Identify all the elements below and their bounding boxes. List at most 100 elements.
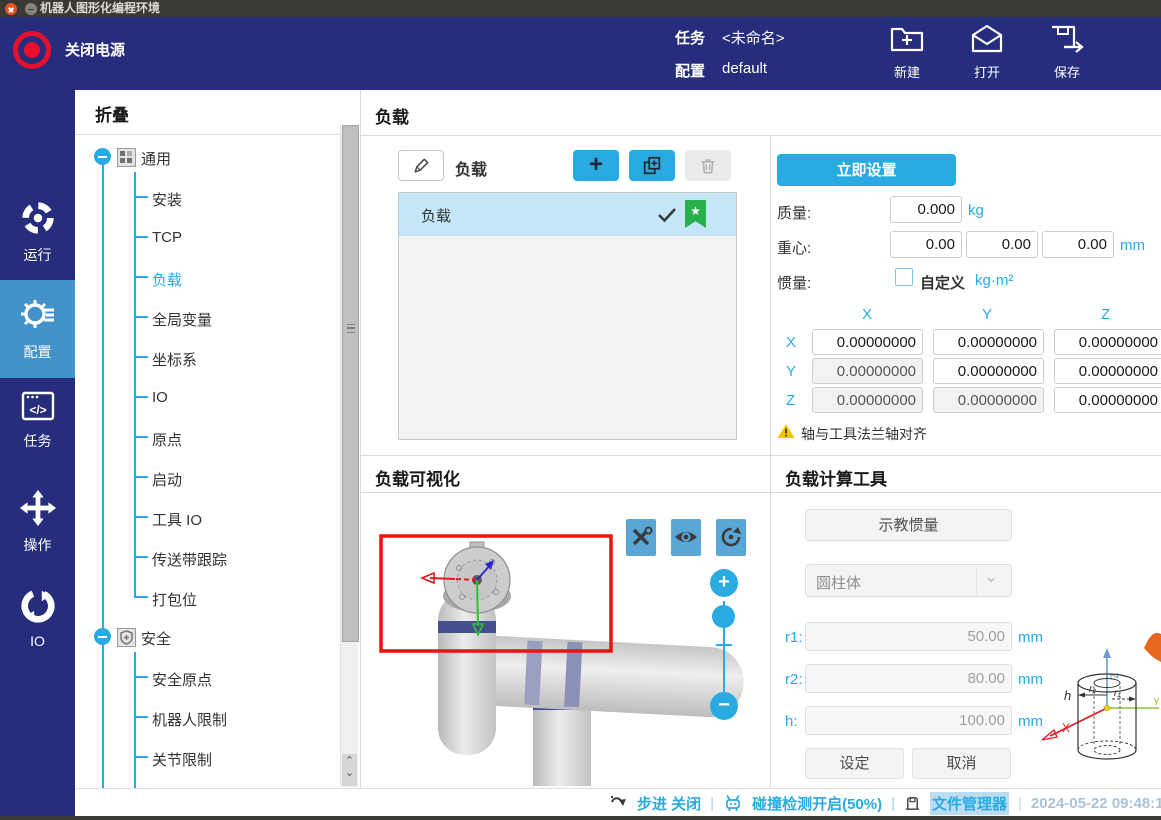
tree-collapse-toggle-general[interactable] <box>94 148 111 165</box>
tree-item-coord-sys[interactable]: 坐标系 <box>152 349 197 370</box>
file-manager-button[interactable]: 文件管理器 <box>930 792 1009 815</box>
mass-input[interactable] <box>890 196 962 223</box>
tree-item-tcp[interactable]: TCP <box>152 229 182 246</box>
set-now-button[interactable]: 立即设置 <box>777 154 956 186</box>
tree-guide-line <box>102 164 104 788</box>
tree-collapse-toggle-safety[interactable] <box>94 628 111 645</box>
payload-list-item[interactable]: 负载 ★ <box>399 193 736 236</box>
svg-text:h: h <box>1064 688 1071 703</box>
inertia-label: 惯量: <box>777 272 811 293</box>
matrix-col-x: X <box>862 306 872 323</box>
sidebar-item-run[interactable]: 运行 <box>0 195 75 265</box>
tree-item-conveyor[interactable]: 传送带跟踪 <box>152 549 227 570</box>
matrix-yy-input[interactable] <box>933 358 1044 384</box>
sidebar-item-operate[interactable]: 操作 <box>0 485 75 555</box>
inertia-custom-label: 自定义 <box>920 272 965 293</box>
centroid-unit: mm <box>1120 237 1145 254</box>
matrix-yx-input <box>812 358 923 384</box>
tree-item-io[interactable]: IO <box>152 389 168 406</box>
window-titlebar: 机器人图形化编程环境 <box>0 0 1161 17</box>
shape-select[interactable]: 圆柱体 ⌄ <box>805 564 1012 597</box>
collapse-button[interactable]: 折叠 <box>95 101 129 126</box>
tree-item-install[interactable]: 安装 <box>152 189 182 210</box>
tree-scrollbar[interactable]: ⌃ ⌄ <box>340 125 358 787</box>
matrix-zz-input[interactable] <box>1054 387 1161 413</box>
config-value: default <box>722 60 767 77</box>
tree-item-global-vars[interactable]: 全局变量 <box>152 309 212 330</box>
payload-item-label: 负载 <box>421 205 451 226</box>
save-button[interactable]: 保存 <box>1032 23 1102 81</box>
pencil-icon <box>411 156 431 176</box>
r1-input[interactable] <box>805 622 1012 651</box>
copy-payload-button[interactable] <box>629 150 675 181</box>
tools-icon <box>629 525 653 549</box>
r1-label: r1: <box>785 629 803 646</box>
centroid-z-input[interactable] <box>1042 231 1114 258</box>
window-title: 机器人图形化编程环境 <box>40 0 160 17</box>
matrix-yz-input[interactable] <box>1054 358 1161 384</box>
power-button-label[interactable]: 关闭电源 <box>65 39 125 60</box>
h-input[interactable] <box>805 706 1012 735</box>
sidebar-item-task[interactable]: </> 任务 <box>0 386 75 456</box>
window-minimize-icon[interactable] <box>25 3 37 15</box>
tree-item-startup[interactable]: 启动 <box>152 469 182 490</box>
config-tree-panel: 折叠 通用 安装 TCP 负载 全局变量 坐标系 IO 原点 启动 工具 IO … <box>75 90 361 788</box>
tree-group-safety[interactable]: 安全 <box>141 628 171 649</box>
svg-text:r₂: r₂ <box>1089 684 1096 695</box>
view-visibility-button[interactable] <box>671 519 701 556</box>
set-button[interactable]: 设定 <box>805 748 904 779</box>
tree-item-packing[interactable]: 打包位 <box>152 589 197 610</box>
inertia-custom-checkbox[interactable] <box>895 268 913 286</box>
centroid-x-input[interactable] <box>890 231 962 258</box>
window-close-icon[interactable] <box>5 3 17 15</box>
tree-item-tool-io[interactable]: 工具 IO <box>152 509 202 530</box>
svg-text:X: X <box>1062 721 1070 735</box>
matrix-xy-input[interactable] <box>933 329 1044 355</box>
cancel-button[interactable]: 取消 <box>912 748 1011 779</box>
step-mode-icon <box>610 795 628 811</box>
payload-name-label: 负载 <box>455 156 487 180</box>
tree-item-safe-home[interactable]: 安全原点 <box>152 669 212 690</box>
view-tools-button[interactable] <box>626 519 656 556</box>
bottom-edge-strip <box>0 816 1161 820</box>
tree-item-payload[interactable]: 负载 <box>152 269 182 290</box>
robot-wrist-vertical <box>438 593 496 755</box>
zoom-out-button[interactable]: − <box>710 692 738 720</box>
matrix-row-y: Y <box>786 363 796 380</box>
matrix-xz-input[interactable] <box>1054 329 1161 355</box>
teach-inertia-button[interactable]: 示教惯量 <box>805 509 1012 541</box>
add-payload-button[interactable]: + <box>573 150 619 181</box>
rename-payload-button[interactable] <box>398 150 444 181</box>
tree-item-joint-limits[interactable]: 关节限制 <box>152 749 212 770</box>
eye-icon <box>673 525 699 549</box>
sidebar-item-io[interactable]: IO <box>0 583 75 653</box>
scroll-down-icon[interactable]: ⌄ <box>342 766 357 782</box>
axis-warning-text: 轴与工具法兰轴对齐 <box>801 424 927 444</box>
centroid-label: 重心: <box>777 237 811 258</box>
view-rotate-button[interactable] <box>716 519 746 556</box>
collision-detect-icon <box>723 794 743 812</box>
tree-item-robot-limits[interactable]: 机器人限制 <box>152 709 227 730</box>
zoom-in-button[interactable]: + <box>710 569 738 597</box>
step-mode-toggle[interactable]: 步进 关闭 <box>637 793 701 814</box>
safety-group-icon <box>117 628 136 647</box>
status-bar: 步进 关闭 | 碰撞检测开启(50%) | 文件管理器 | 2024-05-22… <box>75 788 1161 817</box>
sidebar-item-config[interactable]: 配置 <box>0 280 75 378</box>
r2-input[interactable] <box>805 664 1012 693</box>
matrix-xx-input[interactable] <box>812 329 923 355</box>
zoom-slider-thumb[interactable] <box>712 605 735 628</box>
general-group-icon <box>117 148 136 167</box>
mass-unit: kg <box>968 202 984 219</box>
robot-3d-view[interactable] <box>370 498 770 786</box>
tree-scrollbar-thumb[interactable] <box>342 125 359 642</box>
delete-payload-button[interactable] <box>685 150 731 181</box>
tree-item-home[interactable]: 原点 <box>152 429 182 450</box>
new-button[interactable]: 新建 <box>872 23 942 81</box>
open-button[interactable]: 打开 <box>952 23 1022 81</box>
bookmark-star-icon[interactable]: ★ <box>685 200 706 228</box>
tree-group-general[interactable]: 通用 <box>141 148 171 169</box>
save-icon <box>1048 23 1086 55</box>
shape-selected-value: 圆柱体 <box>816 572 861 593</box>
centroid-y-input[interactable] <box>966 231 1038 258</box>
collision-detect-toggle[interactable]: 碰撞检测开启(50%) <box>752 793 882 814</box>
